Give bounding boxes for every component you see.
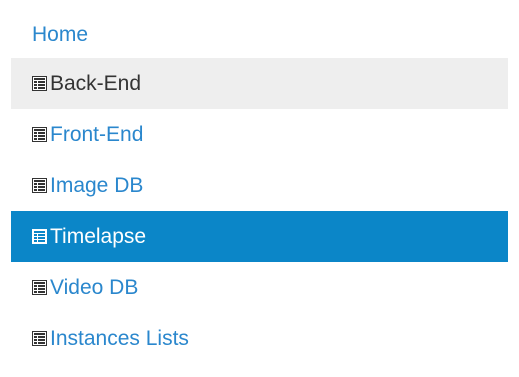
nav-item-label: Front-End (50, 122, 144, 146)
list-icon (32, 178, 47, 193)
nav-item-label: Instances Lists (50, 326, 189, 350)
nav-item-front-end[interactable]: Front-End (11, 109, 508, 160)
nav-item-timelapse[interactable]: Timelapse (11, 211, 508, 262)
nav-item-instances-lists[interactable]: Instances Lists (11, 313, 508, 364)
nav-item-label: Image DB (50, 173, 144, 197)
list-icon (32, 280, 47, 295)
list-icon (32, 229, 47, 244)
sidebar-nav: Home Back-End Front-End Image DB Timelap… (11, 11, 508, 364)
list-icon (32, 331, 47, 346)
nav-item-label: Home (32, 22, 89, 46)
nav-item-label: Video DB (50, 275, 139, 299)
nav-item-home[interactable]: Home (11, 11, 508, 58)
list-icon (32, 76, 47, 91)
nav-item-back-end[interactable]: Back-End (11, 58, 508, 109)
nav-item-video-db[interactable]: Video DB (11, 262, 508, 313)
nav-item-label: Back-End (50, 71, 142, 95)
list-icon (32, 127, 47, 142)
nav-item-image-db[interactable]: Image DB (11, 160, 508, 211)
nav-item-label: Timelapse (50, 224, 147, 248)
